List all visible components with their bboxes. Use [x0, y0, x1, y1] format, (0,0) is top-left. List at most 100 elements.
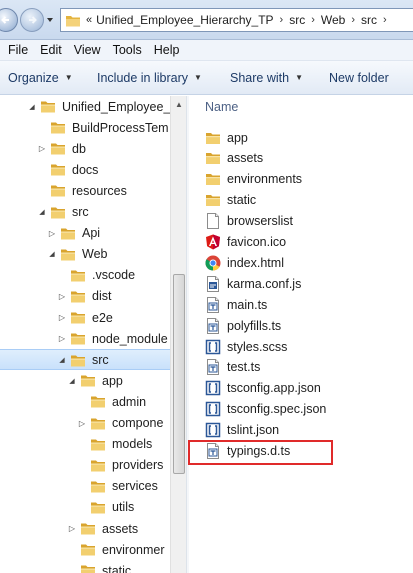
include-in-library-button[interactable]: Include in library ▼ — [97, 71, 202, 85]
file-item[interactable]: tslint.json — [205, 420, 279, 441]
tree-item[interactable]: ◢ app — [0, 370, 170, 391]
expanded-chevron-icon[interactable]: ◢ — [67, 376, 77, 386]
tree-item[interactable]: providers — [0, 455, 170, 476]
share-label: Share with — [230, 70, 290, 85]
tree-item[interactable]: models — [0, 434, 170, 455]
file-item[interactable]: test.ts — [205, 357, 260, 378]
scroll-up-icon[interactable]: ▲ — [171, 96, 187, 112]
address-bar[interactable]: « Unified_Employee_Hierarchy_TP › src › Web ›… — [60, 8, 413, 32]
share-with-button[interactable]: Share with ▼ — [230, 71, 303, 85]
tree-item[interactable]: BuildProcessTem — [0, 117, 170, 138]
breadcrumb-item[interactable]: src — [361, 13, 377, 27]
tree-item[interactable]: .vscode — [0, 265, 170, 286]
tree-item[interactable]: ◢ Web — [0, 244, 170, 265]
folder-icon — [81, 544, 95, 556]
file-item[interactable]: karma.conf.js — [205, 273, 301, 294]
breadcrumb-separator-icon[interactable]: › — [383, 14, 387, 26]
file-name: assets — [227, 151, 264, 166]
breadcrumb-item[interactable]: Web — [321, 13, 345, 27]
tree-item[interactable]: ▷ e2e — [0, 307, 170, 328]
forward-button[interactable] — [20, 8, 44, 32]
folder-item[interactable]: app — [205, 127, 248, 148]
breadcrumb-separator-icon[interactable]: › — [311, 14, 315, 26]
tree-item[interactable]: ▷ dist — [0, 286, 170, 307]
tree-item[interactable]: ◢ src — [0, 349, 170, 371]
file-item[interactable]: main.ts — [205, 294, 267, 315]
folder-item[interactable]: environments — [205, 169, 302, 190]
tree-item[interactable]: ▷ node_module — [0, 328, 170, 349]
folder-item[interactable]: static — [205, 190, 256, 211]
folder-icon — [71, 333, 85, 345]
menu-item-view[interactable]: View — [68, 43, 107, 57]
menu-item-file[interactable]: File — [0, 43, 34, 57]
tree-item[interactable]: ▷ assets — [0, 518, 170, 539]
expanded-chevron-icon[interactable]: ◢ — [27, 102, 37, 112]
breadcrumb-item[interactable]: Unified_Employee_Hierarchy_TP — [96, 13, 273, 27]
collapsed-chevron-icon[interactable]: ▷ — [77, 418, 87, 428]
tree-item-label: assets — [102, 521, 139, 536]
collapsed-chevron-icon[interactable]: ▷ — [57, 313, 67, 323]
tree-item[interactable]: ▷ compone — [0, 413, 170, 434]
folder-icon — [71, 355, 85, 367]
recent-pages-dropdown-icon[interactable] — [46, 16, 54, 24]
breadcrumb-separator-icon[interactable]: › — [280, 14, 284, 26]
scrollbar-thumb[interactable] — [173, 274, 185, 474]
expanded-chevron-icon[interactable]: ◢ — [37, 207, 47, 217]
file-item[interactable]: polyfills.ts — [205, 315, 281, 336]
tree-item[interactable]: ▷ Api — [0, 223, 170, 244]
breadcrumb-overflow[interactable]: « — [86, 14, 92, 26]
file-item[interactable]: favicon.ico — [205, 232, 286, 253]
breadcrumb: « Unified_Employee_Hierarchy_TP › src › Web ›… — [86, 13, 393, 27]
file-name: static — [227, 193, 257, 208]
chevron-down-icon: ▼ — [64, 73, 73, 82]
file-name: index.html — [227, 255, 284, 270]
file-item[interactable]: tsconfig.app.json — [205, 378, 321, 399]
breadcrumb-item[interactable]: src — [289, 13, 305, 27]
navigation-pane[interactable]: ◢ Unified_Employee_ BuildProcessTem ▷ db docs… — [0, 96, 186, 573]
tree-item[interactable]: static — [0, 560, 170, 573]
folder-item[interactable]: assets — [205, 148, 263, 169]
bracket-file-icon — [205, 401, 221, 417]
folder-icon — [91, 460, 105, 472]
tree-item[interactable]: ◢ Unified_Employee_ — [0, 96, 170, 117]
new-folder-button[interactable]: New folder — [329, 71, 389, 85]
collapsed-chevron-icon[interactable]: ▷ — [47, 228, 57, 238]
file-name: karma.conf.js — [227, 276, 302, 291]
back-button[interactable] — [0, 8, 18, 32]
name-column-header[interactable]: Name — [205, 100, 238, 114]
tree-item[interactable]: ◢ src — [0, 202, 170, 223]
file-name: styles.scss — [227, 339, 288, 354]
breadcrumb-separator-icon[interactable]: › — [351, 14, 355, 26]
tree-item[interactable]: resources — [0, 180, 170, 201]
file-item[interactable]: tsconfig.spec.json — [205, 399, 326, 420]
folder-icon — [51, 164, 65, 176]
file-item[interactable]: styles.scss — [205, 336, 287, 357]
folder-icon — [91, 418, 105, 429]
folder-icon — [91, 502, 105, 514]
menu-item-tools[interactable]: Tools — [107, 43, 148, 57]
tree-item[interactable]: ▷ db — [0, 138, 170, 159]
file-item[interactable]: browserslist — [205, 211, 293, 232]
menu-item-edit[interactable]: Edit — [34, 43, 68, 57]
navigation-scrollbar[interactable]: ▲ — [170, 96, 186, 573]
collapsed-chevron-icon[interactable]: ▷ — [67, 524, 77, 534]
collapsed-chevron-icon[interactable]: ▷ — [57, 334, 67, 344]
tree-item[interactable]: docs — [0, 159, 170, 180]
collapsed-chevron-icon[interactable]: ▷ — [37, 144, 47, 154]
blank-file-icon — [207, 213, 219, 230]
expanded-chevron-icon[interactable]: ◢ — [57, 355, 67, 365]
menu-item-help[interactable]: Help — [148, 43, 186, 57]
js-file-icon — [207, 275, 219, 292]
tree-item[interactable]: admin — [0, 391, 170, 412]
tree-item[interactable]: environmer — [0, 539, 170, 560]
tree-item[interactable]: services — [0, 476, 170, 497]
tree-item-label: src — [92, 352, 109, 367]
file-item[interactable]: index.html — [205, 252, 284, 273]
tree-item[interactable]: utils — [0, 497, 170, 518]
bracket-file-icon — [205, 422, 221, 438]
expanded-chevron-icon[interactable]: ◢ — [47, 249, 57, 259]
tree-item-label: Web — [82, 247, 108, 262]
chevron-down-icon: ▼ — [194, 73, 202, 82]
collapsed-chevron-icon[interactable]: ▷ — [57, 291, 67, 301]
organize-button[interactable]: Organize ▼ — [8, 71, 73, 85]
